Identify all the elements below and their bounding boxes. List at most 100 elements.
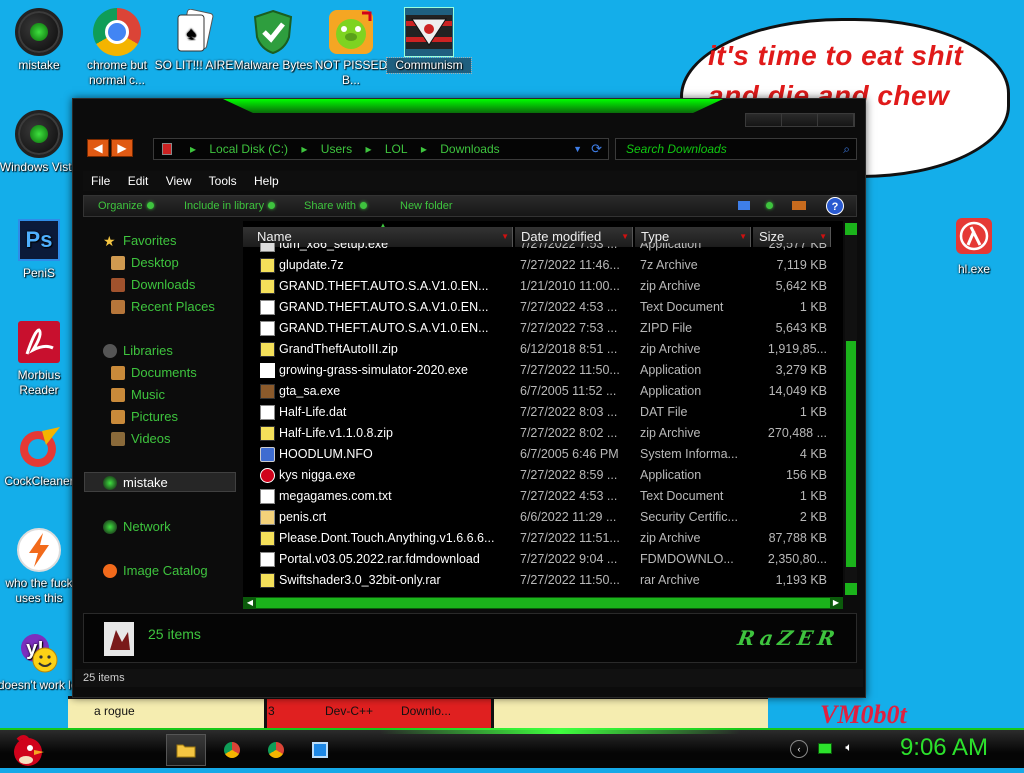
file-row[interactable]: gta_sa.exe 6/7/2005 11:52 ... Application 1… xyxy=(243,381,833,402)
desktop-icon-hl-exe[interactable]: hl.exe xyxy=(932,212,1016,277)
file-row[interactable]: penis.crt 6/6/2022 11:29 ... Security Cert… xyxy=(243,507,833,528)
taskbar-clock[interactable]: 9:06 AM xyxy=(900,734,988,762)
file-row[interactable]: kys nigga.exe 7/27/2022 8:59 ... Applicati… xyxy=(243,465,833,486)
file-row[interactable]: Please.Dont.Touch.Anything.v1.6.6.6... 7/… xyxy=(243,528,833,549)
scroll-right-button[interactable]: ▶ xyxy=(830,598,842,608)
vertical-scrollbar[interactable] xyxy=(845,223,857,595)
file-row[interactable]: fdm_x86_setup.exe 7/27/2022 7:53 ... Appli… xyxy=(243,243,833,255)
menu-help[interactable]: Help xyxy=(254,174,279,188)
taskbar-explorer-button[interactable] xyxy=(166,734,206,766)
view-options-icon[interactable] xyxy=(738,201,750,210)
forward-button[interactable]: ▶ xyxy=(111,139,133,157)
desktop-icon-morbius-reader[interactable]: Morbius Reader xyxy=(0,318,81,398)
desktop-icon-malwarebytes[interactable]: Malware Bytes xyxy=(231,8,315,73)
scroll-up-button[interactable] xyxy=(845,223,857,235)
desktop-icon-photoshop[interactable]: Ps PeniS xyxy=(0,216,81,281)
desktop-icon-ccleaner[interactable]: CockCleaner xyxy=(0,424,81,489)
scroll-thumb[interactable] xyxy=(846,341,856,567)
menu-view[interactable]: View xyxy=(166,174,192,188)
file-row[interactable]: growing-grass-simulator-2020.exe 7/27/202… xyxy=(243,360,833,381)
refresh-icon[interactable]: ⟳ xyxy=(591,139,602,159)
chevron-down-icon[interactable]: ▼ xyxy=(573,139,582,159)
taskbar-chrome-button[interactable] xyxy=(212,734,252,766)
include-in-library-button[interactable]: Include in library xyxy=(184,196,276,216)
scroll-down-button[interactable] xyxy=(845,583,857,595)
file-row[interactable]: GRAND.THEFT.AUTO.S.A.V1.0.EN... 7/27/2022… xyxy=(243,297,833,318)
file-row[interactable]: Half-Life.dat 7/27/2022 8:03 ... DAT File 1… xyxy=(243,402,833,423)
maximize-button[interactable] xyxy=(782,114,818,126)
organize-button[interactable]: Organize xyxy=(98,196,154,216)
preview-pane-icon[interactable] xyxy=(792,201,806,210)
file-row[interactable]: GRAND.THEFT.AUTO.S.A.V1.0.EN... 1/21/2010… xyxy=(243,276,833,297)
file-row[interactable]: HOODLUM.NFO 6/7/2005 6:46 PM System Inform… xyxy=(243,444,833,465)
file-size: 5,643 KB xyxy=(775,321,827,335)
menu-tools[interactable]: Tools xyxy=(209,174,237,188)
nav-documents[interactable]: Documents xyxy=(111,365,197,380)
scroll-left-button[interactable]: ◀ xyxy=(244,598,256,608)
file-row[interactable]: megagames.com.txt 7/27/2022 4:53 ... Text … xyxy=(243,486,833,507)
desktop-icon-chrome[interactable]: chrome but normal c... xyxy=(75,8,159,88)
file-name: growing-grass-simulator-2020.exe xyxy=(279,363,468,377)
file-row[interactable]: Swiftshader3.0_32bit-only.rar 7/27/2022 1… xyxy=(243,570,833,591)
file-name: GRAND.THEFT.AUTO.S.A.V1.0.EN... xyxy=(279,279,489,293)
tray-expand-icon[interactable]: ‹ xyxy=(790,740,808,758)
desktop-icon-communism[interactable]: Communism xyxy=(386,7,472,74)
game-file-icon xyxy=(260,384,275,399)
menu-file[interactable]: File xyxy=(91,174,110,188)
network-tray-icon[interactable] xyxy=(816,740,834,758)
taskbar-chrome-alt-button[interactable] xyxy=(256,734,296,766)
help-icon[interactable]: ? xyxy=(826,197,844,215)
desktop-icon-yahoo-messenger[interactable]: y! doesn't work lol xyxy=(0,628,81,693)
taskbar-app-button[interactable] xyxy=(300,734,340,766)
cert-file-icon xyxy=(260,510,275,525)
desktop-icon-lightning[interactable]: who the fuck uses this xyxy=(0,526,81,606)
desktop-icon-pig-game[interactable]: NOT PISSED B... xyxy=(309,8,393,88)
nav-libraries[interactable]: Libraries xyxy=(103,343,173,358)
desktop[interactable]: it's time to eat shit and die and chew a… xyxy=(0,0,1024,728)
file-list[interactable]: ▲ Name Date modified Type Size fdm_x86_s… xyxy=(243,221,843,601)
search-input[interactable]: Search Downloads ⌕ xyxy=(615,138,857,160)
minimize-button[interactable] xyxy=(746,114,782,126)
nav-downloads[interactable]: Downloads xyxy=(111,277,195,292)
file-row[interactable]: GRAND.THEFT.AUTO.S.A.V1.0.EN... 7/27/2022… xyxy=(243,318,833,339)
view-dropdown-icon[interactable] xyxy=(762,196,773,216)
desktop-icon-mistake[interactable]: mistake xyxy=(0,8,81,73)
breadcrumb-local-disk[interactable]: Local Disk (C:) xyxy=(209,142,288,156)
nav-mistake[interactable]: mistake xyxy=(103,475,168,490)
address-bar[interactable]: ▸ Local Disk (C:) ▸ Users ▸ LOL ▸ Downlo… xyxy=(153,138,609,160)
file-row[interactable]: GrandTheftAutoIII.zip 6/12/2018 8:51 ... z… xyxy=(243,339,833,360)
nav-music[interactable]: Music xyxy=(111,387,165,402)
share-with-button[interactable]: Share with xyxy=(304,196,367,216)
file-name: gta_sa.exe xyxy=(279,384,341,398)
nav-network[interactable]: Network xyxy=(103,519,171,534)
explorer-window[interactable]: ◀ ▶ ▸ Local Disk (C:) ▸ Users ▸ LOL ▸ Do… xyxy=(72,98,866,698)
nav-favorites[interactable]: ★ Favorites xyxy=(103,233,176,248)
menu-edit[interactable]: Edit xyxy=(128,174,149,188)
angry-pig-icon xyxy=(327,8,375,56)
nav-label: Documents xyxy=(131,365,197,380)
new-folder-button[interactable]: New folder xyxy=(400,196,453,216)
close-button[interactable] xyxy=(818,114,854,126)
libraries-icon xyxy=(103,343,117,358)
file-row[interactable]: glupdate.7z 7/27/2022 11:46... 7z Archive 7… xyxy=(243,255,833,276)
search-icon[interactable]: ⌕ xyxy=(843,139,850,159)
nav-videos[interactable]: Videos xyxy=(111,431,171,446)
breadcrumb-downloads[interactable]: Downloads xyxy=(440,142,499,156)
nav-recent-places[interactable]: Recent Places xyxy=(111,299,215,314)
nav-pictures[interactable]: Pictures xyxy=(111,409,178,424)
volume-icon[interactable]: 🔈︎ xyxy=(840,740,858,758)
nav-image-catalog[interactable]: Image Catalog xyxy=(103,563,208,578)
desktop-icon-solitaire[interactable]: ♠ SO LIT!!! AIRE xyxy=(152,8,236,73)
file-row[interactable]: Portal.v03.05.2022.rar.fdmdownload 7/27/2… xyxy=(243,549,833,570)
breadcrumb-lol[interactable]: LOL xyxy=(385,142,408,156)
horizontal-scrollbar[interactable]: ◀ ▶ xyxy=(243,597,843,609)
file-row[interactable]: Half-Life.v1.1.0.8.zip 7/27/2022 8:02 ...… xyxy=(243,423,833,444)
desktop-icon-windows-vista[interactable]: Windows Vista xyxy=(0,110,81,175)
file-date: 7/27/2022 11:50... xyxy=(520,363,620,377)
doc-file-icon xyxy=(260,405,275,420)
breadcrumb-users[interactable]: Users xyxy=(321,142,352,156)
file-size: 5,642 KB xyxy=(775,279,827,293)
start-button[interactable] xyxy=(8,732,48,768)
back-button[interactable]: ◀ xyxy=(87,139,109,157)
nav-desktop[interactable]: Desktop xyxy=(111,255,179,270)
